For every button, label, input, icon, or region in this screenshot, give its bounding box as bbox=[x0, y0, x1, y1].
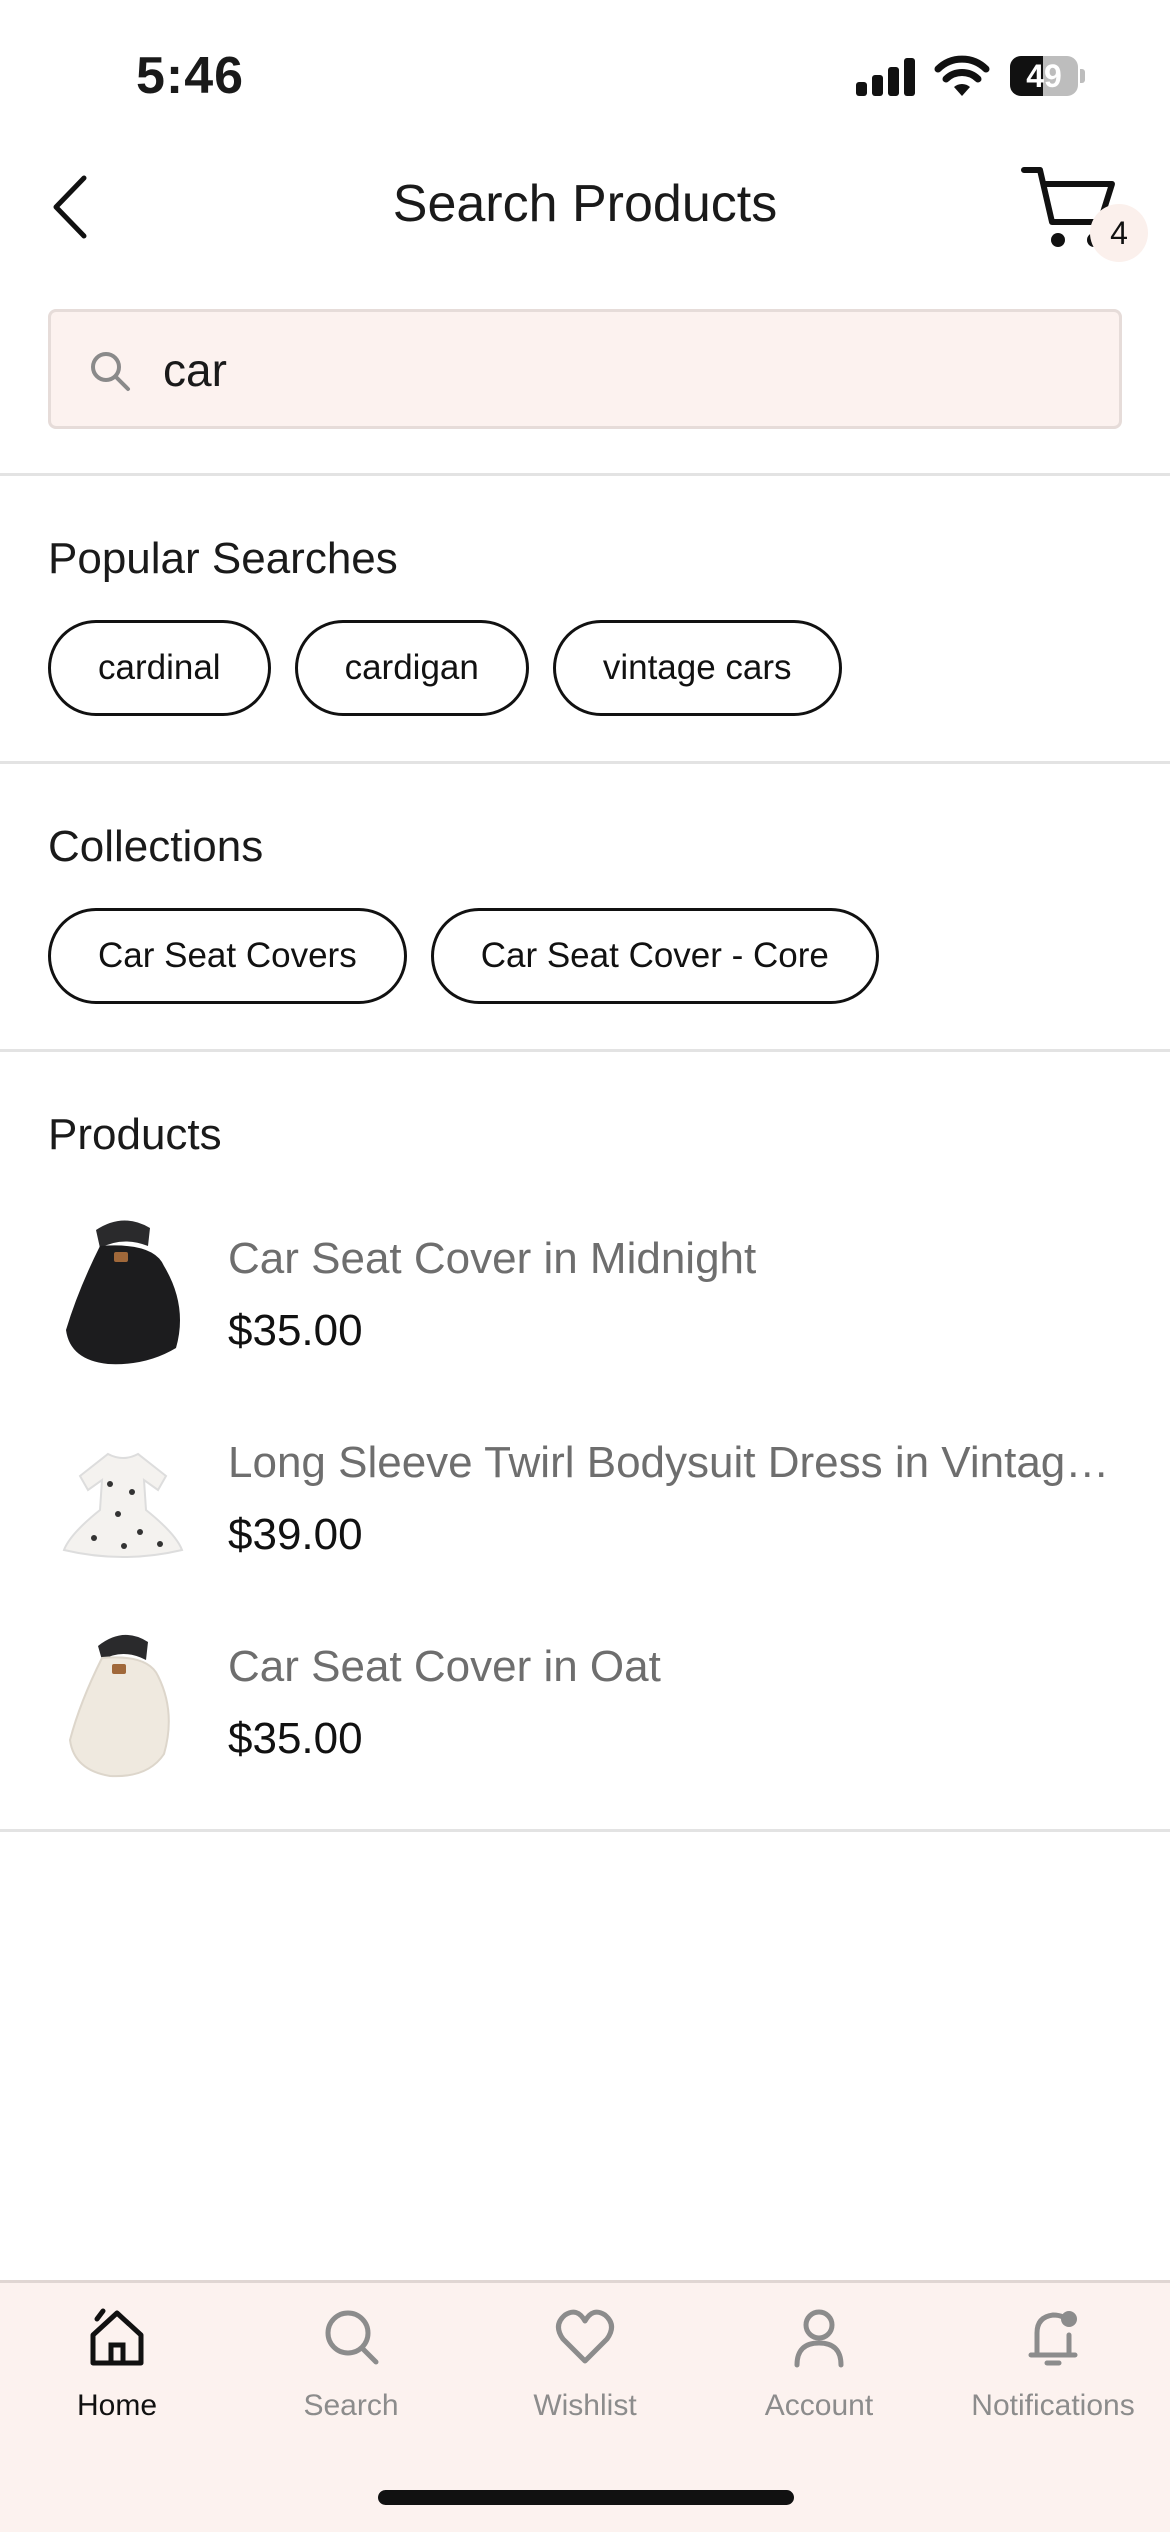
divider bbox=[0, 761, 1170, 764]
search-products-screen: 5:46 49 Search Products 4 car Popular Se… bbox=[0, 0, 1170, 2532]
products-title: Products bbox=[48, 1110, 222, 1159]
popular-search-chip[interactable]: vintage cars bbox=[552, 620, 842, 716]
home-icon bbox=[90, 2308, 144, 2366]
tab-label: Account bbox=[764, 2389, 874, 2422]
product-price: $39.00 bbox=[228, 1510, 363, 1559]
collection-chip[interactable]: Car Seat Cover - Core bbox=[430, 908, 879, 1004]
divider bbox=[0, 473, 1170, 476]
search-input[interactable] bbox=[163, 334, 1083, 406]
product-item[interactable]: Car Seat Cover in Oat $35.00 bbox=[48, 1618, 1122, 1788]
cart-count-badge: 4 bbox=[1090, 204, 1148, 262]
search-icon bbox=[91, 352, 130, 391]
search-bar[interactable] bbox=[48, 309, 1122, 429]
battery-icon: 49 bbox=[1010, 56, 1085, 96]
collections-chips: Car Seat Covers Car Seat Cover - Core bbox=[48, 908, 879, 1004]
status-bar: 5:46 49 bbox=[0, 0, 1170, 150]
product-name: Car Seat Cover in Midnight bbox=[228, 1234, 757, 1283]
popular-searches-chips: cardinal cardigan vintage cars bbox=[48, 620, 842, 716]
heart-icon bbox=[556, 2309, 614, 2364]
tab-label: Home bbox=[76, 2389, 158, 2422]
product-item[interactable]: Long Sleeve Twirl Bodysuit Dress in Vint… bbox=[48, 1414, 1122, 1584]
page-title: Search Products bbox=[392, 175, 778, 233]
car-seat-cover-image bbox=[68, 1634, 170, 1778]
cellular-signal-icon bbox=[856, 58, 916, 96]
tab-label: Notifications bbox=[971, 2389, 1135, 2422]
divider bbox=[0, 1829, 1170, 1832]
product-price: $35.00 bbox=[228, 1306, 363, 1355]
header: Search Products 4 bbox=[0, 150, 1170, 262]
product-price: $35.00 bbox=[228, 1714, 363, 1763]
status-time: 5:46 bbox=[136, 47, 245, 105]
popular-search-chip[interactable]: cardinal bbox=[48, 620, 271, 716]
tab-search[interactable]: Search bbox=[234, 2283, 468, 2443]
bell-icon bbox=[1028, 2311, 1078, 2366]
tab-label: Search bbox=[303, 2389, 399, 2422]
tab-wishlist[interactable]: Wishlist bbox=[468, 2283, 702, 2443]
popular-searches-title: Popular Searches bbox=[48, 534, 398, 583]
collections-title: Collections bbox=[48, 822, 264, 871]
tab-notifications[interactable]: Notifications bbox=[936, 2283, 1170, 2443]
wifi-icon bbox=[934, 55, 990, 96]
product-name: Car Seat Cover in Oat bbox=[228, 1642, 661, 1691]
product-name: Long Sleeve Twirl Bodysuit Dress in Vint… bbox=[228, 1438, 1116, 1487]
car-seat-cover-image bbox=[66, 1220, 180, 1365]
product-item[interactable]: Car Seat Cover in Midnight $35.00 bbox=[48, 1210, 1122, 1380]
search-icon bbox=[325, 2310, 379, 2365]
person-icon bbox=[794, 2309, 844, 2368]
divider bbox=[0, 1049, 1170, 1052]
tab-home[interactable]: Home bbox=[0, 2283, 234, 2443]
tab-label: Wishlist bbox=[533, 2389, 637, 2422]
battery-percent: 49 bbox=[1026, 58, 1062, 94]
tab-account[interactable]: Account bbox=[702, 2283, 936, 2443]
home-indicator bbox=[378, 2490, 794, 2505]
popular-search-chip[interactable]: cardigan bbox=[294, 620, 529, 716]
bodysuit-dress-image bbox=[62, 1452, 184, 1558]
cart-button[interactable]: 4 bbox=[1018, 156, 1148, 266]
collection-chip[interactable]: Car Seat Covers bbox=[48, 908, 407, 1004]
